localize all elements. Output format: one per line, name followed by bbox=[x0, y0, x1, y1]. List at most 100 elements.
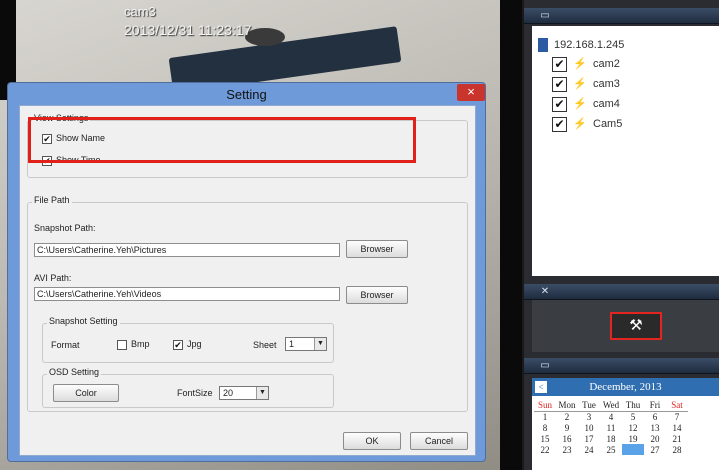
camera-icon: ⚡ bbox=[573, 118, 587, 131]
monitor-icon: ▭ bbox=[540, 10, 550, 21]
calendar-day[interactable]: 14 bbox=[666, 422, 688, 433]
device-panel-header: ▭ bbox=[524, 8, 719, 24]
jpg-checkbox[interactable]: ✔ bbox=[173, 339, 183, 350]
calendar-day[interactable]: 15 bbox=[534, 433, 556, 444]
avi-path-field[interactable]: C:\Users\Catherine.Yeh\Videos bbox=[34, 287, 340, 301]
calendar-day[interactable]: 4 bbox=[600, 411, 622, 422]
right-panel: ▭ 192.168.1.245 ✔ ⚡ cam2 ✔ ⚡ cam3 ✔ ⚡ cam4 ✔ ⚡ C… bbox=[524, 0, 719, 470]
close-button[interactable]: × bbox=[457, 84, 485, 101]
calendar-day[interactable]: 5 bbox=[622, 411, 644, 422]
calendar-day[interactable]: 17 bbox=[578, 433, 600, 444]
snapshot-setting-group: Snapshot Setting Format Bmp ✔ Jpg Sheet 1… bbox=[42, 316, 334, 363]
snapshot-browse-button[interactable]: Browser bbox=[346, 240, 408, 258]
calendar-panel-header: ▭ bbox=[524, 358, 719, 374]
calendar-day-selected[interactable]: 26 bbox=[622, 444, 644, 455]
camera-checkbox[interactable]: ✔ bbox=[552, 96, 567, 112]
camera-label: Cam5 bbox=[593, 118, 623, 130]
group-label: File Path bbox=[32, 195, 72, 205]
weekday-label: Sun bbox=[534, 400, 556, 412]
computer-icon bbox=[538, 38, 548, 52]
chevron-down-icon: ▼ bbox=[314, 338, 326, 350]
color-button[interactable]: Color bbox=[53, 384, 119, 402]
device-root[interactable]: 192.168.1.245 bbox=[538, 38, 624, 52]
osd-setting-group: OSD Setting Color FontSize 20 ▼ bbox=[42, 367, 334, 408]
calendar-day[interactable]: 3 bbox=[578, 411, 600, 422]
osd-timestamp: 2013/12/31 11:23:17 bbox=[124, 22, 252, 38]
calendar-day[interactable]: 28 bbox=[666, 444, 688, 455]
calendar-header: < December, 2013 bbox=[532, 378, 719, 396]
calendar-day[interactable]: 27 bbox=[644, 444, 666, 455]
camera-checkbox[interactable]: ✔ bbox=[552, 76, 567, 92]
camera-label: cam4 bbox=[593, 98, 620, 110]
camera-checkbox[interactable]: ✔ bbox=[552, 116, 567, 132]
calendar-day[interactable]: 13 bbox=[644, 422, 666, 433]
snapshot-path-highlight bbox=[28, 117, 416, 163]
camera-item-cam4[interactable]: ✔ ⚡ cam4 bbox=[552, 96, 620, 112]
calendar-day[interactable]: 10 bbox=[578, 422, 600, 433]
calendar-day[interactable]: 20 bbox=[644, 433, 666, 444]
tools-icon: ✕ bbox=[540, 286, 550, 297]
weekday-label: Wed bbox=[600, 400, 622, 412]
calendar-day[interactable]: 23 bbox=[556, 444, 578, 455]
snapshot-path-label: Snapshot Path: bbox=[34, 223, 96, 233]
snapshot-path-field[interactable]: C:\Users\Catherine.Yeh\Pictures bbox=[34, 243, 340, 257]
sheet-value: 1 bbox=[289, 339, 295, 349]
sheet-label: Sheet bbox=[253, 340, 277, 350]
camera-label: cam2 bbox=[593, 58, 620, 70]
weekday-label: Sat bbox=[666, 400, 688, 412]
calendar-day[interactable]: 18 bbox=[600, 433, 622, 444]
camera-icon: ⚡ bbox=[573, 78, 587, 91]
calendar-day[interactable]: 19 bbox=[622, 433, 644, 444]
weekday-label: Mon bbox=[556, 400, 578, 412]
calendar-day[interactable]: 7 bbox=[666, 411, 688, 422]
group-label: Snapshot Setting bbox=[47, 316, 120, 326]
camera-item-cam2[interactable]: ✔ ⚡ cam2 bbox=[552, 56, 620, 72]
chevron-down-icon: ▼ bbox=[256, 387, 268, 399]
calendar-day[interactable]: 6 bbox=[644, 411, 666, 422]
video-border bbox=[500, 0, 522, 470]
calendar-day[interactable]: 8 bbox=[534, 422, 556, 433]
cancel-button[interactable]: Cancel bbox=[410, 432, 468, 450]
settings-wrench-button[interactable]: ⚒ bbox=[610, 312, 662, 340]
sheet-select[interactable]: 1 ▼ bbox=[285, 337, 327, 351]
calendar: < December, 2013 Sun Mon Tue Wed Thu Fri … bbox=[532, 378, 719, 470]
camera-checkbox[interactable]: ✔ bbox=[552, 56, 567, 72]
wrench-icon: ⚒ bbox=[629, 317, 643, 334]
device-tree: 192.168.1.245 ✔ ⚡ cam2 ✔ ⚡ cam3 ✔ ⚡ cam4 ✔ ⚡ Cam… bbox=[532, 26, 719, 276]
calendar-icon: ▭ bbox=[540, 360, 550, 371]
calendar-day[interactable]: 2 bbox=[556, 411, 578, 422]
camera-label: cam3 bbox=[593, 78, 620, 90]
avi-path-label: AVI Path: bbox=[34, 273, 72, 283]
fontsize-select[interactable]: 20 ▼ bbox=[219, 386, 269, 400]
bmp-option[interactable]: Bmp bbox=[117, 338, 150, 350]
camera-icon: ⚡ bbox=[573, 98, 587, 111]
camera-item-cam5[interactable]: ✔ ⚡ Cam5 bbox=[552, 116, 622, 132]
calendar-day[interactable]: 21 bbox=[666, 433, 688, 444]
calendar-day[interactable]: 1 bbox=[534, 411, 556, 422]
calendar-day[interactable]: 24 bbox=[578, 444, 600, 455]
calendar-day[interactable]: 9 bbox=[556, 422, 578, 433]
calendar-day[interactable]: 12 bbox=[622, 422, 644, 433]
weekday-label: Thu bbox=[622, 400, 644, 412]
file-path-group: File Path Snapshot Path: C:\Users\Cather… bbox=[27, 195, 468, 412]
calendar-day[interactable]: 22 bbox=[534, 444, 556, 455]
calendar-month: December, 2013 bbox=[589, 381, 662, 393]
calendar-grid: Sun Mon Tue Wed Thu Fri Sat 1234567 8 9 10… bbox=[534, 400, 688, 455]
weekday-label: Tue bbox=[578, 400, 600, 412]
ok-button[interactable]: OK bbox=[343, 432, 401, 450]
calendar-day[interactable]: 11 bbox=[600, 422, 622, 433]
weekday-label: Fri bbox=[644, 400, 666, 412]
calendar-day[interactable]: 16 bbox=[556, 433, 578, 444]
bmp-checkbox[interactable] bbox=[117, 339, 127, 350]
avi-browse-button[interactable]: Browser bbox=[346, 286, 408, 304]
calendar-day[interactable]: 25 bbox=[600, 444, 622, 455]
fontsize-label: FontSize bbox=[177, 388, 213, 398]
camera-item-cam3[interactable]: ✔ ⚡ cam3 bbox=[552, 76, 620, 92]
format-label: Format bbox=[51, 340, 80, 350]
fontsize-value: 20 bbox=[223, 388, 234, 398]
device-ip: 192.168.1.245 bbox=[554, 38, 625, 51]
jpg-option[interactable]: ✔ Jpg bbox=[173, 338, 202, 350]
prev-month-button[interactable]: < bbox=[535, 381, 547, 393]
dialog-title: Setting bbox=[226, 87, 267, 102]
camera-icon: ⚡ bbox=[573, 58, 587, 71]
